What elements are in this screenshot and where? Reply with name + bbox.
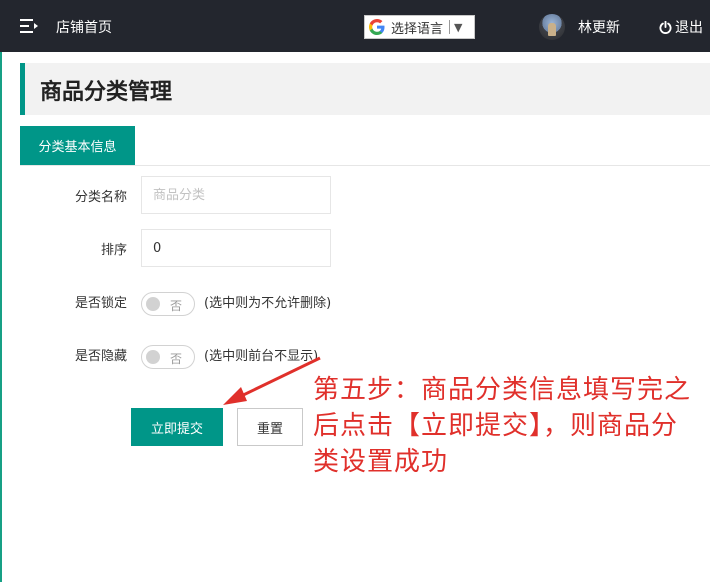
lock-label: 是否锁定 — [74, 296, 127, 311]
hidden-switch-text: 否 — [170, 352, 183, 366]
page-title: 商品分类管理 — [40, 80, 173, 105]
username[interactable]: 林更新 — [578, 17, 620, 37]
hidden-switch[interactable]: 否 — [141, 345, 195, 369]
lock-hint: (选中则为不允许删除) — [204, 296, 332, 311]
shop-home-link[interactable]: 店铺首页 — [56, 17, 112, 37]
logout-label: 退出 — [675, 20, 703, 36]
hidden-label: 是否隐藏 — [74, 349, 127, 364]
page-title-bar: 商品分类管理 — [20, 63, 710, 115]
logout-button[interactable]: 退出 — [659, 17, 703, 37]
annotation-arrow — [223, 356, 321, 405]
tab-divider — [20, 165, 710, 166]
menu-icon[interactable] — [20, 19, 38, 33]
lock-switch-text: 否 — [170, 299, 183, 313]
switch-knob — [146, 297, 160, 311]
lock-switch[interactable]: 否 — [141, 292, 195, 316]
category-name-input[interactable] — [141, 176, 331, 214]
avatar[interactable] — [539, 14, 565, 40]
tab-basic-info[interactable]: 分类基本信息 — [20, 126, 135, 165]
language-separator — [449, 20, 451, 34]
sort-input[interactable] — [141, 229, 331, 267]
switch-knob — [146, 350, 160, 364]
submit-button[interactable]: 立即提交 — [131, 408, 223, 446]
google-icon — [369, 19, 385, 35]
annotation-note: 第五步：商品分类信息填写完之后点击【立即提交】，则商品分类设置成功 — [313, 375, 692, 477]
top-nav-bar: 店铺首页 选择语言 ▼ 林更新 退出 — [0, 0, 710, 52]
left-accent-bar — [0, 0, 2, 582]
category-name-label: 分类名称 — [74, 190, 127, 205]
chevron-down-icon: ▼ — [454, 20, 463, 34]
language-select[interactable]: 选择语言 ▼ — [364, 15, 475, 39]
language-label: 选择语言 — [391, 21, 444, 37]
sort-label: 排序 — [100, 243, 127, 258]
power-icon — [659, 20, 672, 34]
